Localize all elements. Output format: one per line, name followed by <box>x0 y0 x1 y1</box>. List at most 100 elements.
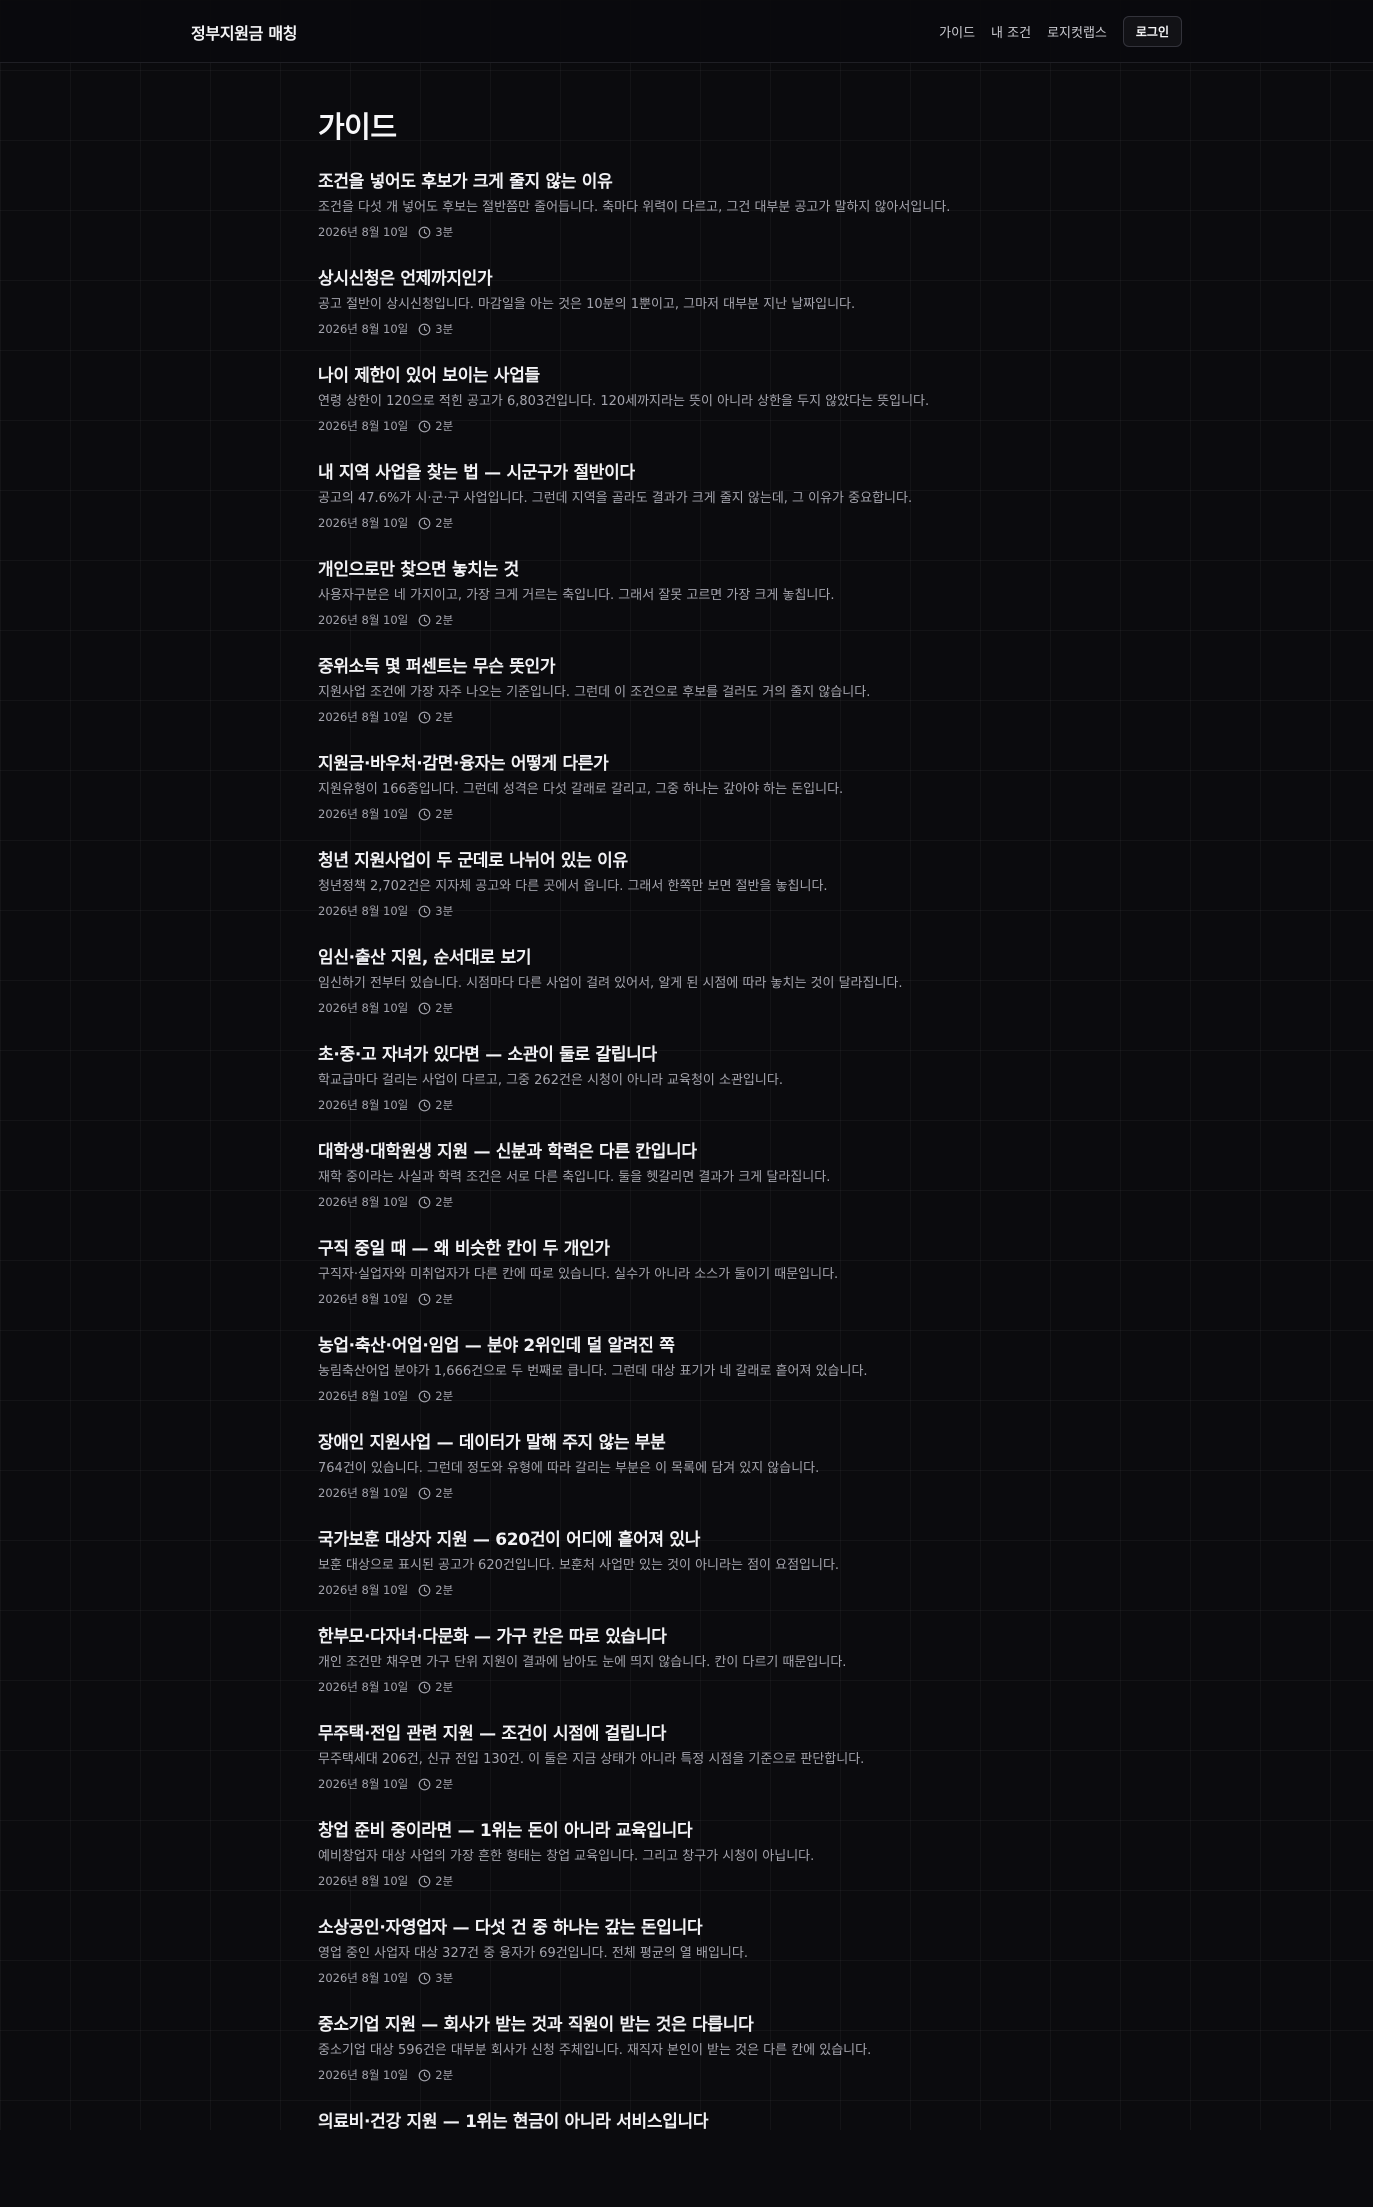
article-meta: 2026년 8월 10일 3분 <box>318 321 1058 337</box>
read-time: 2분 <box>418 1388 453 1404</box>
article-date: 2026년 8월 10일 <box>318 1098 409 1112</box>
article-meta: 2026년 8월 10일 2분 <box>318 1873 1058 1889</box>
read-time: 2분 <box>418 515 453 531</box>
article-item[interactable]: 중위소득 몇 퍼센트는 무슨 뜻인가 지원사업 조건에 가장 자주 나오는 기준입… <box>318 655 1058 752</box>
article-item[interactable]: 국가보훈 대상자 지원 — 620건이 어디에 흩어져 있나보훈 대상으로 표시… <box>318 1528 1058 1625</box>
article-item[interactable]: 지원금·바우처·감면·융자는 어떻게 다른가 지원유형이 166종입니다. 그런데… <box>318 752 1058 849</box>
read-time: 2분 <box>418 806 453 822</box>
nav-my-conditions-link[interactable]: 내 조건 <box>991 22 1031 41</box>
clock-icon <box>418 517 431 530</box>
read-time: 2분 <box>418 709 453 725</box>
article-summary: 영업 중인 사업자 대상 327건 중 융자가 69건입니다. 전체 평균의 열… <box>318 1946 748 1961</box>
article-item[interactable]: 개인으로만 찾으면 놓치는 것 사용자구분은 네 가지이고, 가장 크게 거르는 … <box>318 558 1058 655</box>
article-meta: 2026년 8월 10일 3분 <box>318 224 1058 240</box>
read-time: 2분 <box>418 1485 453 1501</box>
article-title[interactable]: 개인으로만 찾으면 놓치는 것 <box>318 558 1058 582</box>
article-title[interactable]: 조건을 넣어도 후보가 크게 줄지 않는 이유 <box>318 170 1058 194</box>
clock-icon <box>418 808 431 821</box>
article-title[interactable]: 구직 중일 때 — 왜 비슷한 칸이 두 개인가 <box>318 1237 1058 1261</box>
article-title[interactable]: 내 지역 사업을 찾는 법 — 시군구가 절반이다 <box>318 461 1058 485</box>
article-meta: 2026년 8월 10일 2분 <box>318 1582 1058 1598</box>
article-title[interactable]: 나이 제한이 있어 보이는 사업들 <box>318 364 1058 388</box>
nav-logicut-labs-link[interactable]: 로지컷랩스 <box>1047 22 1107 41</box>
read-time-label: 2분 <box>435 516 454 530</box>
brand-logo[interactable]: 정부지원금 매칭 <box>191 20 298 44</box>
article-item[interactable]: 소상공인·자영업자 — 다섯 건 중 하나는 갚는 돈입니다영업 중인 사업자 … <box>318 1916 1058 2013</box>
clock-icon <box>418 1875 431 1888</box>
read-time-label: 2분 <box>435 1777 454 1791</box>
article-meta: 2026년 8월 10일 2분 <box>318 1194 1058 1210</box>
article-summary: 보훈 대상으로 표시된 공고가 620건입니다. 보훈처 사업만 있는 것이 아… <box>318 1558 840 1573</box>
page-title: 가이드 <box>318 110 397 144</box>
article-meta: 2026년 8월 10일 2분 <box>318 2067 1058 2083</box>
article-item[interactable]: 조건을 넣어도 후보가 크게 줄지 않는 이유 조건을 다섯 개 넣어도 후보는 … <box>318 170 1058 267</box>
read-time-label: 2분 <box>435 1001 454 1015</box>
article-item[interactable]: 초·중·고 자녀가 있다면 — 소관이 둘로 갈립니다 학교급마다 걸리는 사업이… <box>318 1043 1058 1140</box>
article-title[interactable]: 중위소득 몇 퍼센트는 무슨 뜻인가 <box>318 655 1058 679</box>
article-meta: 2026년 8월 10일 2분 <box>318 1000 1058 1016</box>
clock-icon <box>418 905 431 918</box>
clock-icon <box>418 1487 431 1500</box>
article-date: 2026년 8월 10일 <box>318 1001 409 1015</box>
article-item[interactable]: 나이 제한이 있어 보이는 사업들 연령 상한이 120으로 적힌 공고가 6,8… <box>318 364 1058 461</box>
article-date: 2026년 8월 10일 <box>318 516 409 530</box>
article-title[interactable]: 청년 지원사업이 두 군데로 나뉘어 있는 이유 <box>318 849 1058 873</box>
article-summary: 764건이 있습니다. 그런데 정도와 유형에 따라 갈리는 부분은 이 목록에… <box>318 1461 820 1476</box>
article-summary: 개인 조건만 채우면 가구 단위 지원이 결과에 남아도 눈에 띄지 않습니다.… <box>318 1655 847 1670</box>
article-summary: 예비창업자 대상 사업의 가장 흔한 형태는 창업 교육입니다. 그리고 창구가… <box>318 1849 815 1864</box>
article-title[interactable]: 중소기업 지원 — 회사가 받는 것과 직원이 받는 것은 다릅니다 <box>318 2013 1058 2037</box>
article-summary: 농림축산어업 분야가 1,666건으로 두 번째로 큽니다. 그런데 대상 표기… <box>318 1364 868 1379</box>
clock-icon <box>418 1972 431 1985</box>
article-title[interactable]: 상시신청은 언제까지인가 <box>318 267 1058 291</box>
article-title[interactable]: 한부모·다자녀·다문화 — 가구 칸은 따로 있습니다 <box>318 1625 1058 1649</box>
read-time-label: 2분 <box>435 1195 454 1209</box>
article-title[interactable]: 소상공인·자영업자 — 다섯 건 중 하나는 갚는 돈입니다 <box>318 1916 1058 1940</box>
guide-list: 가이드 조건을 넣어도 후보가 크게 줄지 않는 이유 조건을 다섯 개 넣어도 … <box>318 108 1058 2207</box>
read-time-label: 2분 <box>435 1098 454 1112</box>
article-meta: 2026년 8월 10일 2분 <box>318 806 1058 822</box>
article-item[interactable]: 농업·축산·어업·임업 — 분야 2위인데 덜 알려진 쪽농림축산어업 분야가 … <box>318 1334 1058 1431</box>
nav-guide-link[interactable]: 가이드 <box>939 22 975 41</box>
article-date: 2026년 8월 10일 <box>318 904 409 918</box>
article-meta: 2026년 8월 10일 2분 <box>318 1679 1058 1695</box>
read-time-label: 3분 <box>435 1971 454 1985</box>
article-summary: 공고 절반이 상시신청입니다. 마감일을 아는 것은 10분의 1뿐이고, 그마… <box>318 297 856 312</box>
read-time: 2분 <box>418 418 453 434</box>
article-meta: 2026년 8월 10일 3분 <box>318 903 1058 919</box>
article-title[interactable]: 대학생·대학원생 지원 — 신분과 학력은 다른 칸입니다 <box>318 1140 1058 1164</box>
article-item[interactable]: 창업 준비 중이라면 — 1위는 돈이 아니라 교육입니다예비창업자 대상 사업… <box>318 1819 1058 1916</box>
article-date: 2026년 8월 10일 <box>318 1971 409 1985</box>
login-button[interactable]: 로그인 <box>1122 16 1182 47</box>
article-item[interactable]: 상시신청은 언제까지인가공고 절반이 상시신청입니다. 마감일을 아는 것은 1… <box>318 267 1058 364</box>
article-item[interactable]: 내 지역 사업을 찾는 법 — 시군구가 절반이다 공고의 47.6%가 시·군·… <box>318 461 1058 558</box>
article-title[interactable]: 무주택·전입 관련 지원 — 조건이 시점에 걸립니다 <box>318 1722 1058 1746</box>
article-date: 2026년 8월 10일 <box>318 1195 409 1209</box>
read-time: 2분 <box>418 1679 453 1695</box>
read-time-label: 2분 <box>435 2068 454 2082</box>
article-item[interactable]: 청년 지원사업이 두 군데로 나뉘어 있는 이유 청년정책 2,702건은 지자체… <box>318 849 1058 946</box>
article-title[interactable]: 국가보훈 대상자 지원 — 620건이 어디에 흩어져 있나 <box>318 1528 1058 1552</box>
read-time: 2분 <box>418 1582 453 1598</box>
article-item[interactable]: 대학생·대학원생 지원 — 신분과 학력은 다른 칸입니다 재학 중이라는 사실과… <box>318 1140 1058 1237</box>
article-meta: 2026년 8월 10일 2분 <box>318 1097 1058 1113</box>
article-item[interactable]: 임신·출산 지원, 순서대로 보기 임신하기 전부터 있습니다. 시점마다 다른 … <box>318 946 1058 1043</box>
read-time: 2분 <box>418 1873 453 1889</box>
article-date: 2026년 8월 10일 <box>318 1292 409 1306</box>
article-item[interactable]: 무주택·전입 관련 지원 — 조건이 시점에 걸립니다 무주택세대 206건, 신… <box>318 1722 1058 1819</box>
article-title[interactable]: 임신·출산 지원, 순서대로 보기 <box>318 946 1058 970</box>
article-item[interactable]: 장애인 지원사업 — 데이터가 말해 주지 않는 부분 764건이 있습니다. 그… <box>318 1431 1058 1528</box>
clock-icon <box>418 1099 431 1112</box>
article-item[interactable]: 한부모·다자녀·다문화 — 가구 칸은 따로 있습니다개인 조건만 채우면 가구… <box>318 1625 1058 1722</box>
article-title[interactable]: 초·중·고 자녀가 있다면 — 소관이 둘로 갈립니다 <box>318 1043 1058 1067</box>
article-title[interactable]: 지원금·바우처·감면·융자는 어떻게 다른가 <box>318 752 1058 776</box>
read-time-label: 2분 <box>435 1486 454 1500</box>
article-title[interactable]: 창업 준비 중이라면 — 1위는 돈이 아니라 교육입니다 <box>318 1819 1058 1843</box>
article-title[interactable]: 농업·축산·어업·임업 — 분야 2위인데 덜 알려진 쪽 <box>318 1334 1058 1358</box>
read-time: 2분 <box>418 1291 453 1307</box>
article-item[interactable]: 구직 중일 때 — 왜 비슷한 칸이 두 개인가 구직자·실업자와 미취업자가 다… <box>318 1237 1058 1334</box>
article-title[interactable]: 장애인 지원사업 — 데이터가 말해 주지 않는 부분 <box>318 1431 1058 1455</box>
article-title[interactable]: 의료비·건강 지원 — 1위는 현금이 아니라 서비스입니다 <box>318 2110 1058 2134</box>
read-time: 3분 <box>418 224 453 240</box>
article-item[interactable]: 중소기업 지원 — 회사가 받는 것과 직원이 받는 것은 다릅니다 중소기업 대… <box>318 2013 1058 2110</box>
article-item[interactable]: 의료비·건강 지원 — 1위는 현금이 아니라 서비스입니다 <box>318 2110 1058 2207</box>
